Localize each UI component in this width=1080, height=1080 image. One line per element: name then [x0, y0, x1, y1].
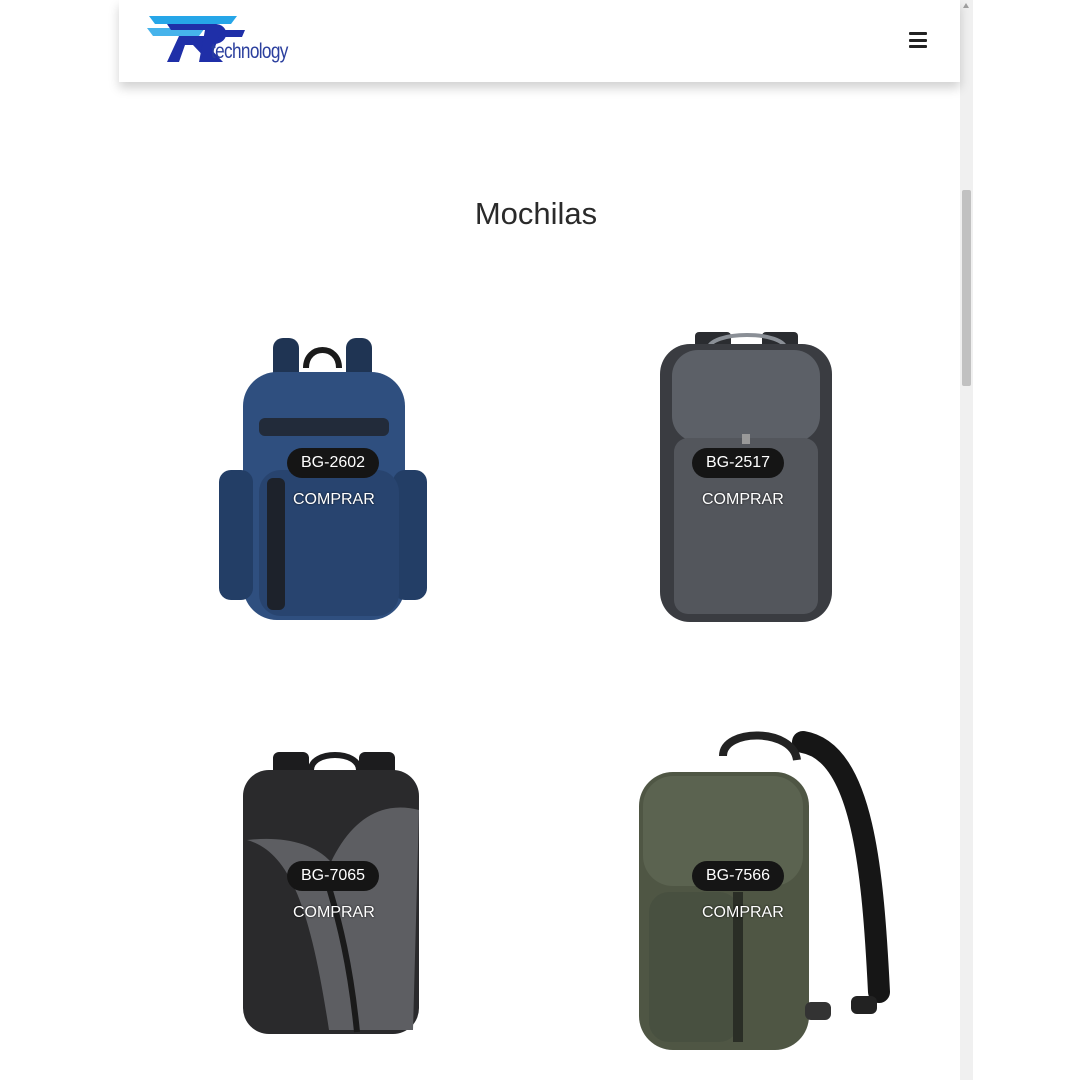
product-model-badge: BG-7566: [692, 861, 785, 891]
hamburger-menu-button[interactable]: [907, 30, 929, 50]
buy-button[interactable]: COMPRAR: [702, 904, 784, 922]
brand-logo-text: technology: [211, 40, 288, 63]
page-title: Mochilas: [474, 196, 598, 231]
scroll-up-arrow-icon[interactable]: [963, 3, 969, 8]
product-card[interactable]: BG-2517 COMPRAR: [590, 300, 920, 640]
product-card[interactable]: BG-7065 COMPRAR: [181, 712, 511, 1052]
buy-button[interactable]: COMPRAR: [293, 491, 375, 509]
product-model-badge: BG-2517: [692, 448, 785, 478]
brand-logo[interactable]: technology: [145, 12, 305, 68]
vertical-scrollbar[interactable]: [960, 0, 973, 1080]
product-model-badge: BG-7065: [287, 861, 380, 891]
buy-button[interactable]: COMPRAR: [702, 491, 784, 509]
buy-button[interactable]: COMPRAR: [293, 904, 375, 922]
browser-viewport: technology Mochilas BG-2602 COMPRAR BG-2…: [0, 0, 1080, 1080]
site-header: technology: [119, 0, 960, 82]
hamburger-menu-icon: [909, 32, 927, 35]
scrollbar-thumb[interactable]: [962, 190, 971, 386]
product-card[interactable]: BG-2602 COMPRAR: [181, 300, 511, 640]
product-card[interactable]: BG-7566 COMPRAR: [573, 712, 903, 1052]
page: technology Mochilas BG-2602 COMPRAR BG-2…: [119, 0, 960, 1080]
product-model-badge: BG-2602: [287, 448, 380, 478]
